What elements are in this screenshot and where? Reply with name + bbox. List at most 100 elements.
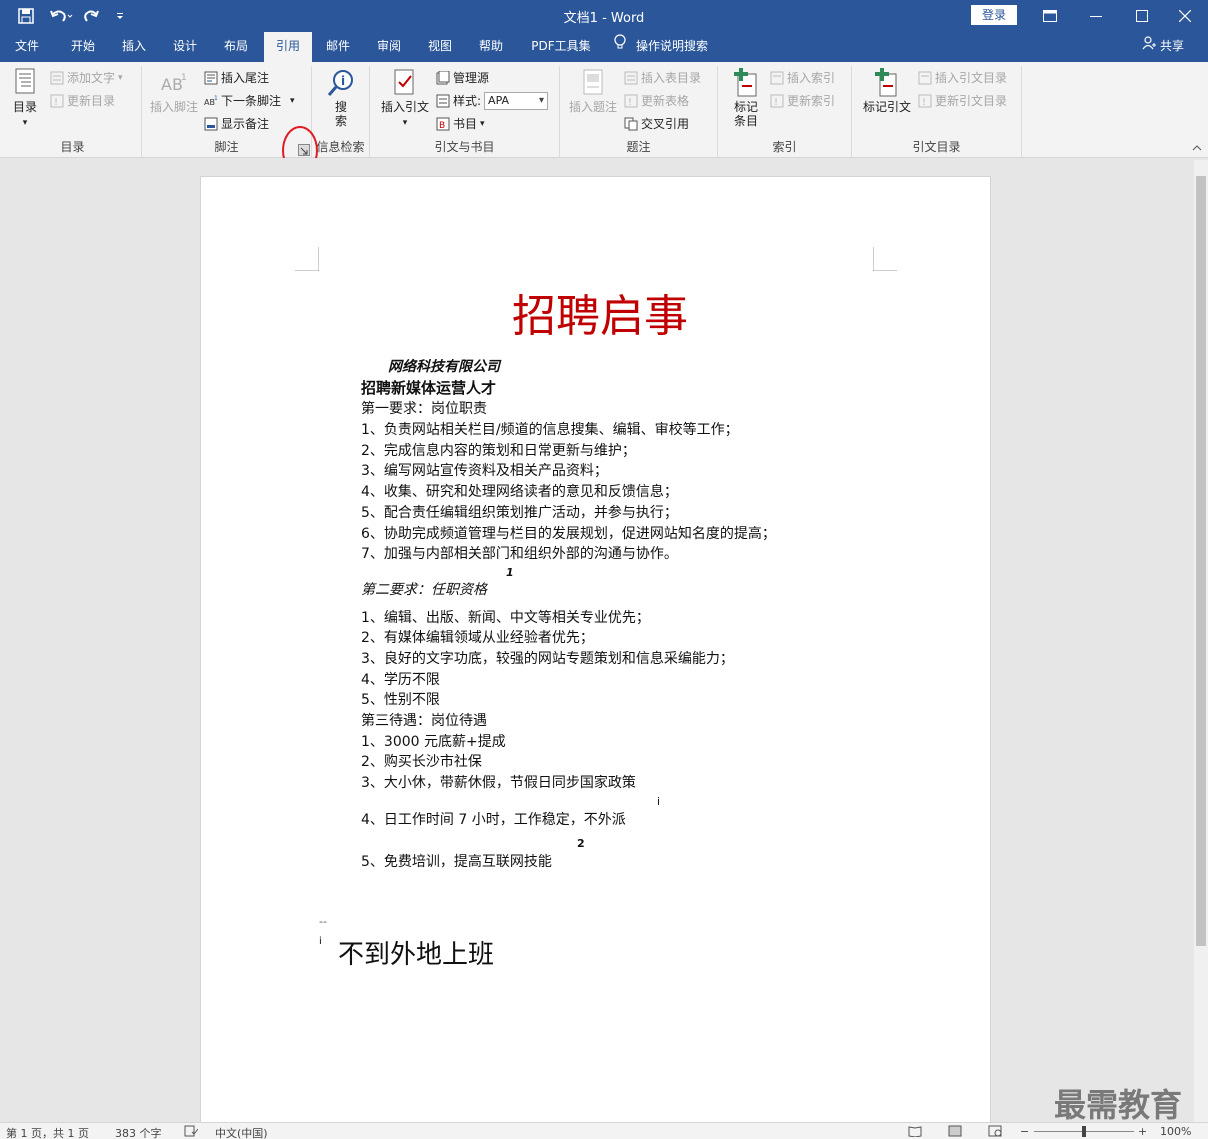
svg-text:!: ! <box>774 97 778 108</box>
search-button[interactable]: i 搜索 <box>324 68 358 128</box>
login-button[interactable]: 登录 <box>971 5 1017 25</box>
requirement-1-heading: 第一要求：岗位职责 <box>361 401 487 417</box>
footnote-reference: 1 <box>506 566 514 579</box>
tab-file[interactable]: 文件 <box>6 32 48 62</box>
cross-reference-button[interactable]: 交叉引用 <box>624 114 689 134</box>
update-index-button[interactable]: ! 更新索引 <box>770 91 835 111</box>
insert-footnote-button[interactable]: AB 1 插入脚注 <box>148 68 200 114</box>
minimize-icon[interactable] <box>1073 0 1119 32</box>
cross-reference-label: 交叉引用 <box>641 117 690 131</box>
list-item: 1、负责网站相关栏目/频道的信息搜集、编辑、审校等工作； <box>361 422 739 438</box>
zoom-in-button[interactable]: + <box>1138 1125 1147 1138</box>
tab-insert[interactable]: 插入 <box>112 32 156 62</box>
scrollbar-thumb[interactable] <box>1196 176 1206 946</box>
tab-pdf-tools[interactable]: PDF工具集 <box>522 32 600 62</box>
insert-index-icon <box>770 71 784 85</box>
proofing-icon[interactable] <box>184 1125 199 1139</box>
cross-reference-icon <box>624 117 638 131</box>
word-count[interactable]: 383 个字 <box>115 1125 162 1139</box>
svg-text:AB: AB <box>161 75 183 94</box>
close-icon[interactable] <box>1162 0 1208 32</box>
update-toa-button[interactable]: ! 更新引文目录 <box>918 91 1007 111</box>
list-item: 7、加强与内部相关部门和组织外部的沟通与协作。 <box>361 546 678 562</box>
list-item: 5、性别不限 <box>361 692 440 708</box>
zoom-level[interactable]: 100% <box>1160 1125 1191 1138</box>
group-toa: 标记引文 插入引文目录 ! 更新引文目录 引文目录 <box>852 66 1022 158</box>
insert-endnote-button[interactable]: 插入尾注 <box>204 68 269 88</box>
list-item: 4、收集、研究和处理网络读者的意见和反馈信息； <box>361 484 678 500</box>
add-text-button[interactable]: 添加文字 ▾ <box>50 68 123 88</box>
print-layout-icon[interactable] <box>948 1125 962 1139</box>
tab-review[interactable]: 审阅 <box>366 32 412 62</box>
manage-sources-button[interactable]: 管理源 <box>436 68 489 88</box>
group-label-index: 索引 <box>772 140 797 154</box>
group-index: 标记条目 插入索引 ! 更新索引 索引 <box>718 66 852 158</box>
insert-toa-button[interactable]: 插入引文目录 <box>918 68 1007 88</box>
title-bar: 文档1 - Word 登录 <box>0 0 1208 32</box>
insert-caption-button[interactable]: 插入题注 <box>566 68 620 114</box>
ribbon-tab-bar: 文件 开始 插入 设计 布局 引用 邮件 审阅 视图 帮助 PDF工具集 操作说… <box>0 32 1208 62</box>
toc-button[interactable]: 目录 ▾ <box>10 68 40 130</box>
endnote-text: 不到外地上班 <box>338 940 495 970</box>
update-toc-button[interactable]: ! 更新目录 <box>50 91 115 111</box>
update-index-icon: ! <box>770 94 784 108</box>
list-item: 2、购买长沙市社保 <box>361 754 482 770</box>
mark-citation-label: 标记引文 <box>862 100 911 114</box>
insert-index-button[interactable]: 插入索引 <box>770 68 835 88</box>
group-citations: 插入引文▾ 管理源 样式: APA B 书目▾ 引文与书目 <box>370 66 560 158</box>
footnote-icon: AB1 <box>161 73 187 94</box>
vertical-scrollbar[interactable] <box>1194 160 1208 1122</box>
update-table-icon: ! <box>624 94 638 108</box>
tab-view[interactable]: 视图 <box>418 32 462 62</box>
share-button[interactable]: 共享 <box>1142 32 1184 62</box>
zoom-out-button[interactable]: − <box>1020 1125 1029 1138</box>
page-count[interactable]: 第 1 页，共 1 页 <box>6 1125 89 1139</box>
add-text-label: 添加文字 <box>67 71 116 85</box>
mark-entry-button[interactable]: 标记条目 <box>726 68 766 128</box>
tell-me-search[interactable]: 操作说明搜索 <box>614 32 708 62</box>
endnote-icon <box>204 71 218 85</box>
style-icon <box>436 94 450 108</box>
maximize-icon[interactable] <box>1119 0 1165 32</box>
read-mode-icon[interactable] <box>908 1125 922 1139</box>
requirement-3-heading: 第三待遇：岗位待遇 <box>361 713 487 729</box>
tab-references[interactable]: 引用 <box>264 32 312 62</box>
next-footnote-button[interactable]: AB 1 下一条脚注 ▾ <box>204 91 295 111</box>
language-indicator[interactable]: 中文(中国) <box>215 1125 268 1139</box>
table-of-contents-icon <box>15 68 35 94</box>
group-toc: 目录 ▾ 添加文字 ▾ ! 更新目录 目录 <box>4 66 142 158</box>
show-notes-button[interactable]: 显示备注 <box>204 114 269 134</box>
style-label: 样式: <box>453 94 482 108</box>
mark-citation-button[interactable]: 标记引文 <box>858 68 916 114</box>
next-footnote-icon: AB 1 <box>204 95 218 107</box>
tab-layout[interactable]: 布局 <box>214 32 258 62</box>
insert-toa-icon <box>918 71 932 85</box>
update-toa-label: 更新引文目录 <box>935 94 1008 108</box>
insert-table-figures-button[interactable]: 插入表目录 <box>624 68 701 88</box>
collapse-ribbon-icon[interactable] <box>1192 144 1202 155</box>
list-item: 5、配合责任编辑组织策划推广活动，并参与执行； <box>361 505 678 521</box>
manage-sources-label: 管理源 <box>453 71 490 85</box>
show-notes-icon <box>204 117 218 131</box>
search-label: 搜索 <box>334 100 347 128</box>
web-layout-icon[interactable] <box>988 1125 1002 1139</box>
manage-sources-icon <box>436 71 450 85</box>
tab-mailings[interactable]: 邮件 <box>316 32 360 62</box>
update-table-button[interactable]: ! 更新表格 <box>624 91 689 111</box>
tab-home[interactable]: 开始 <box>60 32 106 62</box>
bibliography-icon: B <box>436 117 450 131</box>
tab-help[interactable]: 帮助 <box>468 32 514 62</box>
tab-design[interactable]: 设计 <box>162 32 208 62</box>
list-item: 2、有媒体编辑领域从业经验者优先； <box>361 630 594 646</box>
mark-citation-icon <box>875 68 897 97</box>
insert-citation-button[interactable]: 插入引文 ▾ <box>378 68 432 130</box>
list-item: 6、协助完成频道管理与栏目的发展规划，促进网站知名度的提高； <box>361 526 776 542</box>
bibliography-button[interactable]: B 书目 ▾ <box>436 114 485 134</box>
zoom-slider-thumb[interactable] <box>1082 1126 1086 1137</box>
citation-style-select[interactable]: APA <box>484 92 549 110</box>
insert-footnote-label: 插入脚注 <box>149 100 198 114</box>
ribbon-display-options-icon[interactable] <box>1027 0 1073 32</box>
search-icon: i <box>327 70 353 96</box>
document-title: 招聘启事 <box>512 291 688 342</box>
group-label-toc: 目录 <box>60 140 85 154</box>
